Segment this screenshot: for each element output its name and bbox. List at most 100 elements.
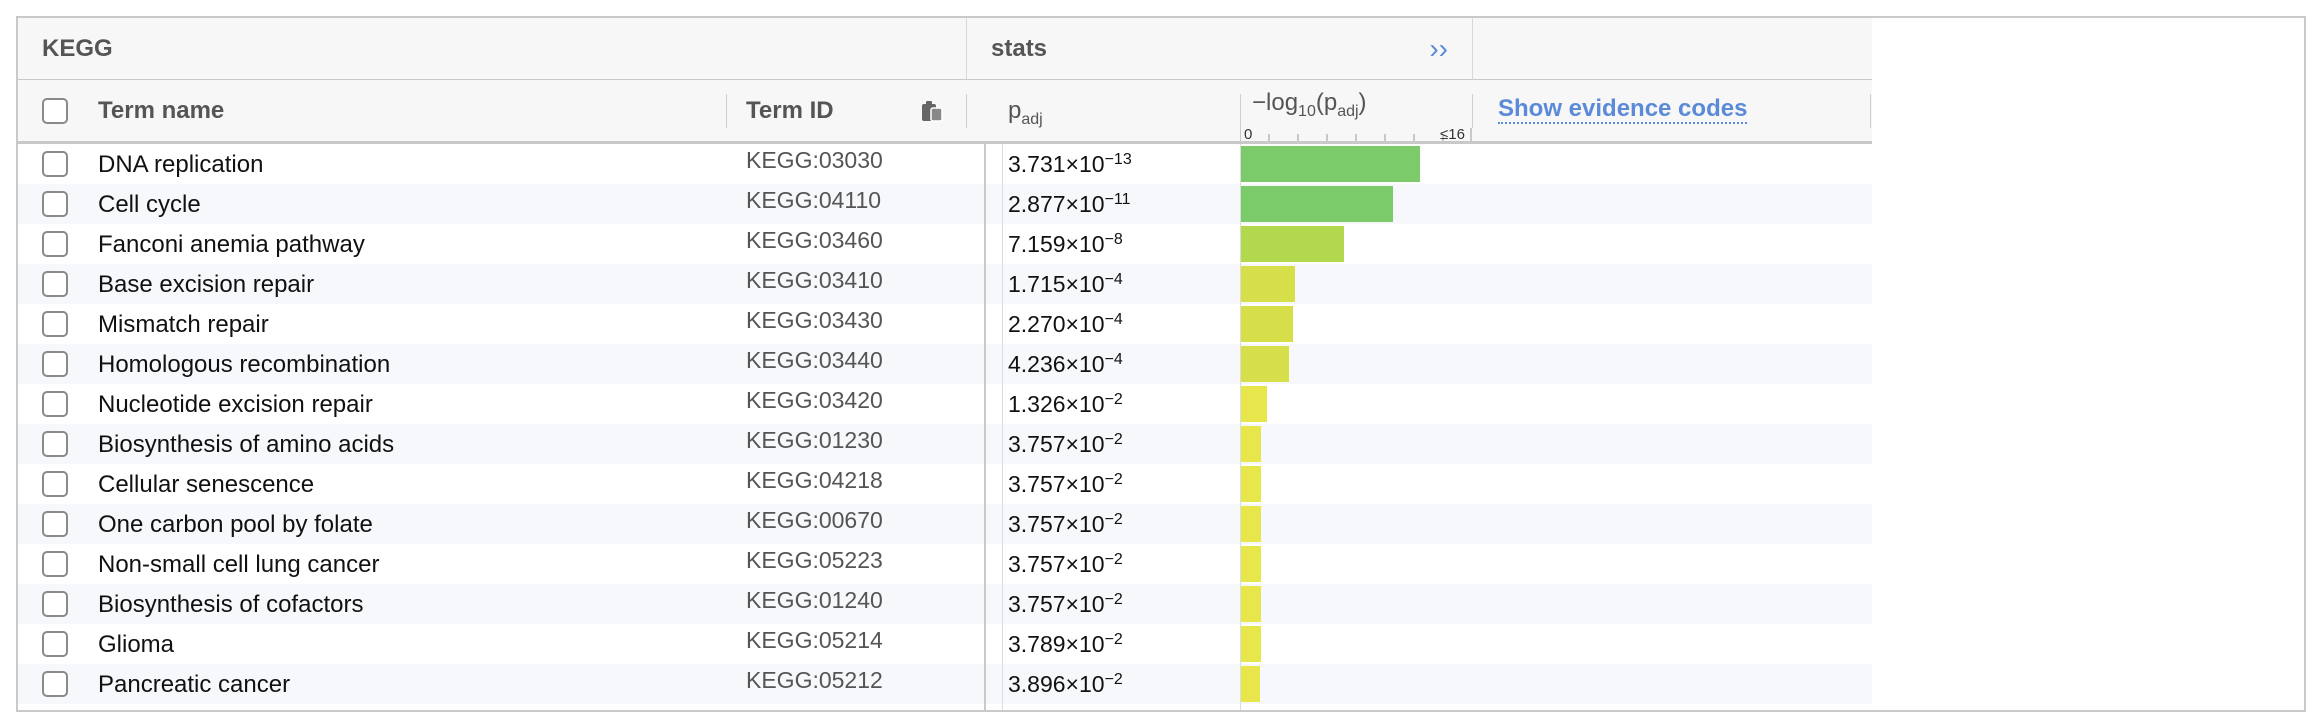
term-name: Fanconi anemia pathway: [98, 231, 365, 258]
term-name: Mismatch repair: [98, 311, 269, 338]
double-chevron-right-icon[interactable]: ››: [1429, 18, 1448, 80]
padj-exponent: −2: [1104, 551, 1123, 568]
row-checkbox[interactable]: [42, 151, 68, 177]
term-id[interactable]: KEGG:03440: [746, 344, 883, 384]
term-id[interactable]: KEGG:03460: [746, 224, 883, 264]
column-divider: [966, 94, 967, 128]
padj-value: 2.877×10−11: [1008, 184, 1131, 224]
padj-exponent: −2: [1104, 631, 1123, 648]
padj-mantissa: 2.270×10: [1008, 311, 1105, 337]
neglog-bar: [1240, 266, 1295, 302]
column-header-term-name[interactable]: Term name: [98, 80, 224, 141]
neglog-bar: [1240, 386, 1267, 422]
term-id[interactable]: KEGG:01230: [746, 424, 883, 464]
padj-value: 3.896×10−2: [1008, 664, 1123, 704]
padj-exponent: −8: [1104, 231, 1123, 248]
term-name: Glioma: [98, 631, 175, 658]
term-name: Biosynthesis of cofactors: [98, 591, 364, 618]
table-row[interactable]: Cell cycle KEGG:04110 2.877×10−11: [18, 184, 1872, 224]
table-row[interactable]: Cellular senescence KEGG:04218 3.757×10−2: [18, 464, 1872, 504]
row-checkbox[interactable]: [42, 471, 68, 497]
padj-mantissa: 3.757×10: [1008, 511, 1105, 537]
padj-exponent: −4: [1104, 271, 1123, 288]
neglog-bar: [1240, 586, 1261, 622]
column-header-term-id[interactable]: Term ID: [746, 80, 834, 141]
padj-sub-label: adj: [1021, 110, 1043, 128]
term-id[interactable]: KEGG:01240: [746, 584, 883, 624]
axis-max-label: ≤16: [1440, 126, 1465, 141]
term-id[interactable]: KEGG:05212: [746, 664, 883, 704]
term-id[interactable]: KEGG:03420: [746, 384, 883, 424]
padj-mantissa: 4.236×10: [1008, 351, 1105, 377]
term-id[interactable]: KEGG:04110: [746, 184, 881, 224]
row-checkbox[interactable]: [42, 191, 68, 217]
term-name: Cellular senescence: [98, 471, 315, 498]
table-row[interactable]: Mismatch repair KEGG:03430 2.270×10−4: [18, 304, 1872, 344]
table-row[interactable]: One carbon pool by folate KEGG:00670 3.757…: [18, 504, 1872, 544]
table-row[interactable]: Fanconi anemia pathway KEGG:03460 7.159×10…: [18, 224, 1872, 264]
neglog-bar: [1240, 306, 1293, 342]
neglog-bar: [1240, 506, 1261, 542]
term-name: Base excision repair: [98, 271, 315, 298]
padj-mantissa: 3.757×10: [1008, 591, 1105, 617]
padj-value: 3.757×10−2: [1008, 544, 1123, 584]
column-separator: [984, 144, 986, 710]
padj-mantissa: 3.757×10: [1008, 471, 1105, 497]
padj-value: 2.270×10−4: [1008, 304, 1123, 344]
clipboard-icon[interactable]: [918, 98, 944, 129]
row-checkbox[interactable]: [42, 311, 68, 337]
neglog-bar: [1240, 186, 1393, 222]
padj-mantissa: 3.731×10: [1008, 151, 1105, 177]
column-header-padj[interactable]: padj: [1008, 80, 1043, 141]
row-checkbox[interactable]: [42, 431, 68, 457]
row-checkbox[interactable]: [42, 591, 68, 617]
neglog-bar: [1240, 226, 1344, 262]
select-all-checkbox[interactable]: [42, 98, 68, 124]
table-row[interactable]: Glioma KEGG:05214 3.789×10−2: [18, 624, 1872, 664]
term-id[interactable]: KEGG:03430: [746, 304, 883, 344]
term-id[interactable]: KEGG:03030: [746, 144, 883, 184]
padj-mantissa: 3.757×10: [1008, 431, 1105, 457]
show-evidence-codes-link[interactable]: Show evidence codes: [1498, 95, 1748, 124]
padj-exponent: −2: [1104, 591, 1123, 608]
term-name: Pancreatic cancer: [98, 671, 291, 698]
row-checkbox[interactable]: [42, 271, 68, 297]
padj-exponent: −2: [1104, 511, 1123, 528]
padj-exponent: −2: [1104, 431, 1123, 448]
row-checkbox[interactable]: [42, 391, 68, 417]
row-checkbox[interactable]: [42, 631, 68, 657]
term-name: Homologous recombination: [98, 351, 391, 378]
padj-exponent: −2: [1104, 671, 1123, 688]
table-row[interactable]: Biosynthesis of cofactors KEGG:01240 3.757…: [18, 584, 1872, 624]
results-table: KEGG stats ›› Term name Term ID padj −lo…: [16, 16, 2306, 712]
group-header-stats: stats ››: [966, 18, 1472, 80]
table-row[interactable]: Non-small cell lung cancer KEGG:05223 3.75…: [18, 544, 1872, 584]
neglog-bar: [1240, 666, 1260, 702]
row-checkbox[interactable]: [42, 351, 68, 377]
padj-value: 7.159×10−8: [1008, 224, 1123, 264]
padj-exponent: −4: [1104, 311, 1123, 328]
table-row[interactable]: Base excision repair KEGG:03410 1.715×10−4: [18, 264, 1872, 304]
term-id[interactable]: KEGG:03410: [746, 264, 883, 304]
term-id[interactable]: KEGG:05214: [746, 624, 883, 664]
table-row[interactable]: DNA replication KEGG:03030 3.731×10−13: [18, 144, 1872, 184]
table-row[interactable]: Biosynthesis of amino acids KEGG:01230 3.7…: [18, 424, 1872, 464]
padj-mantissa: 3.789×10: [1008, 631, 1105, 657]
padj-exponent: −2: [1104, 471, 1123, 488]
row-checkbox[interactable]: [42, 551, 68, 577]
term-id[interactable]: KEGG:05223: [746, 544, 883, 584]
row-checkbox[interactable]: [42, 671, 68, 697]
term-id[interactable]: KEGG:04218: [746, 464, 883, 504]
padj-p-label: p: [1008, 97, 1022, 124]
neglog-bar: [1240, 626, 1261, 662]
table-row[interactable]: Nucleotide excision repair KEGG:03420 1.32…: [18, 384, 1872, 424]
column-separator: [1002, 144, 1003, 710]
term-name: Non-small cell lung cancer: [98, 551, 380, 578]
row-checkbox[interactable]: [42, 231, 68, 257]
term-id[interactable]: KEGG:00670: [746, 504, 883, 544]
row-checkbox[interactable]: [42, 511, 68, 537]
table-row[interactable]: Pancreatic cancer KEGG:05212 3.896×10−2: [18, 664, 1872, 704]
axis-baseline: [1240, 144, 1241, 710]
table-row[interactable]: Homologous recombination KEGG:03440 4.236×…: [18, 344, 1872, 384]
column-divider: [1472, 94, 1473, 128]
